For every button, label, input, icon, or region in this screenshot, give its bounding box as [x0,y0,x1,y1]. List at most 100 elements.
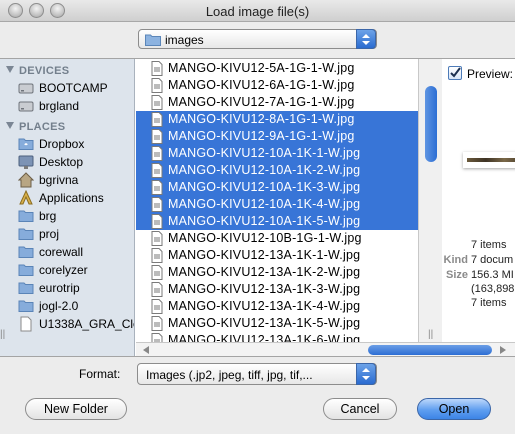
column-resize-handle-icon[interactable]: || [428,329,433,340]
sidebar-item-brg[interactable]: brg [16,207,134,225]
file-browser: DEVICES BOOTCAMP brgland PLACES Dropbox De… [0,58,515,357]
file-name: MANGO-KIVU12-10B-1G-1-W.jpg [168,231,362,245]
home-icon [17,172,35,188]
file-name: MANGO-KIVU12-13A-1K-4-W.jpg [168,299,361,313]
checkmark-icon [450,67,461,78]
file-name: MANGO-KIVU12-10A-1K-2-W.jpg [168,163,361,177]
file-list[interactable]: MANGO-KIVU12-5A-1G-1-W.jpg MANGO-KIVU12-6… [136,59,418,342]
sidebar-item-bgrivna[interactable]: bgrivna [16,171,134,189]
preview-checkbox[interactable] [448,66,462,80]
hard-drive-icon [18,98,34,114]
file-row[interactable]: MANGO-KIVU12-13A-1K-6-W.jpg [136,332,418,342]
file-row[interactable]: MANGO-KIVU12-7A-1G-1-W.jpg [136,94,418,111]
column-resize-handle-icon[interactable]: || [0,329,5,340]
sidebar-item-proj[interactable]: proj [16,225,134,243]
sidebar-item-desktop[interactable]: Desktop [16,153,134,171]
sidebar-item-label: brgland [39,99,80,113]
sidebar-item-label: BOOTCAMP [39,81,108,95]
file-row[interactable]: MANGO-KIVU12-9A-1G-1-W.jpg [136,128,418,145]
file-row[interactable]: MANGO-KIVU12-10A-1K-2-W.jpg [136,162,418,179]
title-bar: Load image file(s) [0,0,515,22]
preview-item-count: 7 items [471,239,507,251]
sidebar-item-u1338a-gra-cle[interactable]: U1338A_GRA_Cle [16,315,134,333]
horizontal-scroll-thumb[interactable] [368,345,492,355]
file-row[interactable]: MANGO-KIVU12-10A-1K-1-W.jpg [136,145,418,162]
sidebar-item-brgland[interactable]: brgland [16,97,134,115]
folder-icon [18,298,34,314]
file-name: MANGO-KIVU12-13A-1K-3-W.jpg [168,282,361,296]
hard-drive-icon [18,80,34,96]
sidebar-item-label: bgrivna [39,173,79,187]
desktop-icon [18,154,34,170]
format-label: Format: [79,367,121,381]
sidebar-item-corelyzer[interactable]: corelyzer [16,261,134,279]
file-row[interactable]: MANGO-KIVU12-13A-1K-2-W.jpg [136,264,418,281]
sidebar-section-devices[interactable]: DEVICES [6,65,69,77]
cancel-button[interactable]: Cancel [323,398,397,420]
file-row[interactable]: MANGO-KIVU12-13A-1K-4-W.jpg [136,298,418,315]
file-row[interactable]: MANGO-KIVU12-13A-1K-3-W.jpg [136,281,418,298]
format-popup[interactable]: Images (.jp2, jpeg, tiff, jpg, tif,... [137,363,377,385]
sidebar-item-label: brg [39,209,57,223]
file-name: MANGO-KIVU12-10A-1K-3-W.jpg [168,180,361,194]
preview-label: Preview: [467,67,514,81]
window-title: Load image file(s) [205,4,310,19]
file-row[interactable]: MANGO-KIVU12-10A-1K-3-W.jpg [136,179,418,196]
document-icon [18,316,34,332]
sidebar-item-dropbox[interactable]: Dropbox [16,135,134,153]
scroll-right-arrow-icon[interactable] [500,346,506,354]
open-file-dialog: Load image file(s) images DEVICES BOOTCA… [0,0,515,434]
disclosure-triangle-icon [6,66,14,73]
sidebar-item-label: corelyzer [39,263,88,277]
sidebar-item-label: corewall [39,245,84,259]
scroll-left-arrow-icon[interactable] [143,346,149,354]
file-name: MANGO-KIVU12-9A-1G-1-W.jpg [168,129,355,143]
image-file-icon [151,333,163,342]
sidebar-item-applications[interactable]: Applications [16,189,134,207]
folder-icon [145,33,161,49]
file-row[interactable]: MANGO-KIVU12-6A-1G-1-W.jpg [136,77,418,94]
file-row[interactable]: MANGO-KIVU12-8A-1G-1-W.jpg [136,111,418,128]
vertical-scroll-thumb[interactable] [425,86,437,162]
popup-stepper-icon [356,363,376,385]
preview-size-value: 156.3 MI [471,269,514,281]
folder-icon [18,244,34,260]
sidebar-item-label: proj [39,227,60,241]
file-row[interactable]: MANGO-KIVU12-10A-1K-5-W.jpg [136,213,418,230]
popup-stepper-icon [356,29,376,49]
sidebar-item-label: Desktop [39,155,84,169]
preview-size-label: Size [445,269,468,281]
folder-icon [18,226,34,242]
sidebar-item-label: Dropbox [39,137,85,151]
file-list-vertical-scrollbar[interactable] [418,59,442,342]
preview-size-bytes: (163,898 [471,283,515,295]
sidebar-item-corewall[interactable]: corewall [16,243,134,261]
sidebar-item-label: Applications [39,191,104,205]
open-button[interactable]: Open [417,398,491,420]
file-row[interactable]: MANGO-KIVU12-10B-1G-1-W.jpg [136,230,418,247]
preview-kind-label: Kind [443,254,468,266]
location-popup[interactable]: images [138,29,377,49]
file-name: MANGO-KIVU12-13A-1K-5-W.jpg [168,316,361,330]
sidebar-item-eurotrip[interactable]: eurotrip [16,279,134,297]
horizontal-scrollbar[interactable] [136,342,515,356]
file-row[interactable]: MANGO-KIVU12-13A-1K-5-W.jpg [136,315,418,332]
sidebar-item-label: jogl-2.0 [39,299,79,313]
file-name: MANGO-KIVU12-10A-1K-4-W.jpg [168,197,361,211]
file-name: MANGO-KIVU12-5A-1G-1-W.jpg [168,61,355,75]
file-row[interactable]: MANGO-KIVU12-13A-1K-1-W.jpg [136,247,418,264]
file-name: MANGO-KIVU12-10A-1K-5-W.jpg [168,214,361,228]
folder-icon [18,262,34,278]
file-row[interactable]: MANGO-KIVU12-10A-1K-4-W.jpg [136,196,418,213]
file-name: MANGO-KIVU12-13A-1K-1-W.jpg [168,248,361,262]
preview-item-count-footer: 7 items [471,297,507,309]
sidebar: DEVICES BOOTCAMP brgland PLACES Dropbox De… [0,59,135,356]
sidebar-section-places[interactable]: PLACES [6,121,65,133]
new-folder-button[interactable]: New Folder [25,398,127,420]
sidebar-item-bootcamp[interactable]: BOOTCAMP [16,79,134,97]
sidebar-item-jogl-2-0[interactable]: jogl-2.0 [16,297,134,315]
preview-thumbnail [463,152,515,168]
file-row[interactable]: MANGO-KIVU12-5A-1G-1-W.jpg [136,60,418,77]
disclosure-triangle-icon [6,122,14,129]
applications-icon [18,189,34,206]
